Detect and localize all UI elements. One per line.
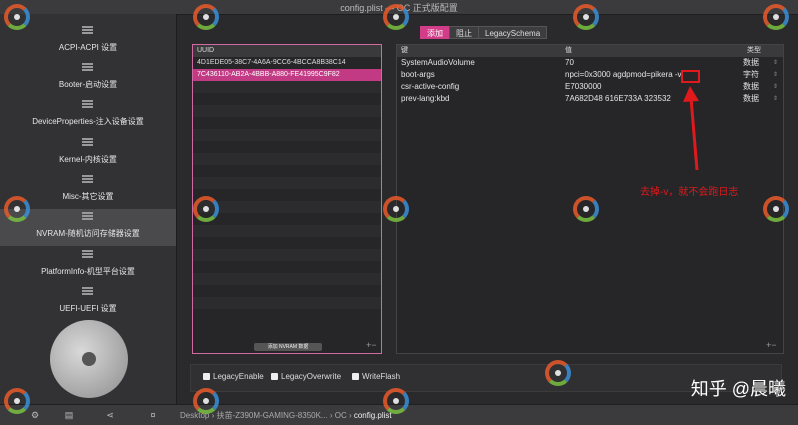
tab-add[interactable]: 添加 — [420, 26, 450, 39]
row-type[interactable]: 数据 — [743, 93, 759, 105]
watermark-logo-icon — [383, 196, 409, 222]
uuid-empty-rows — [193, 81, 381, 321]
watermark-logo-icon — [763, 4, 789, 30]
watermark-logo-icon — [4, 196, 30, 222]
tab-legacyschema[interactable]: LegacySchema — [478, 26, 548, 39]
row-key: prev-lang:kbd — [401, 94, 450, 103]
list-icon — [82, 212, 93, 223]
sidebar-item-label: UEFI-UEFI 设置 — [59, 304, 117, 313]
breadcrumb-segment[interactable]: 扶苗-Z390M-GAMING-8350K... — [216, 411, 327, 420]
tab-bar: 添加 阻止 LegacySchema — [420, 26, 548, 39]
uuid-row-selected[interactable]: 7C436110-AB2A-4BBB-A880-FE41995C9F82 — [193, 69, 381, 81]
row-value[interactable]: npci=0x3000 agdpmod=pikera -v — [565, 69, 682, 81]
watermark-logo-icon — [193, 196, 219, 222]
add-remove-icon[interactable]: +− — [366, 340, 377, 350]
type-stepper-icon[interactable]: ⇕ — [773, 59, 778, 67]
list-icon — [82, 287, 93, 298]
watermark-logo-icon — [573, 196, 599, 222]
row-key: boot-args — [401, 70, 435, 79]
sidebar-item-label: ACPI-ACPI 设置 — [58, 43, 118, 52]
sidebar-item-label: Kernel-内核设置 — [59, 155, 117, 164]
donate-icon[interactable]: ¤ — [148, 410, 158, 420]
breadcrumb-file[interactable]: config.plist — [354, 411, 392, 420]
checkbox-label: LegacyOverwrite — [281, 372, 342, 381]
table-row[interactable]: prev-lang:kbd 7A682D48 616E733A 323532 数… — [397, 93, 783, 105]
sidebar-item-kernel[interactable]: Kernel-内核设置 — [0, 135, 176, 172]
row-key: csr-active-config — [401, 82, 460, 91]
list-icon — [82, 250, 93, 261]
watermark-logo-icon — [193, 388, 219, 414]
watermark-logo-icon — [383, 4, 409, 30]
checkbox-label: WriteFlash — [362, 372, 401, 381]
sidebar-item-label: Booter-启动设置 — [58, 80, 118, 89]
add-remove-icon[interactable]: +− — [766, 340, 777, 350]
checkbox-label: LegacyEnable — [213, 372, 264, 381]
list-icon — [82, 63, 93, 74]
row-type[interactable]: 字符 — [743, 69, 759, 81]
breadcrumb-segment[interactable]: OC — [335, 411, 347, 420]
list-icon — [82, 100, 93, 111]
sidebar-item-label: PlatformInfo-机型平台设置 — [41, 267, 135, 276]
uuid-row[interactable]: 4D1EDE05-38C7-4A6A-9CC6-4BCCA8B38C14 — [193, 57, 381, 69]
legacyenable-checkbox[interactable]: LegacyEnable — [203, 372, 264, 381]
type-stepper-icon[interactable]: ⇕ — [773, 83, 778, 91]
list-icon — [82, 138, 93, 149]
share-icon[interactable]: ⋖ — [105, 410, 115, 420]
uuid-header: UUID — [193, 45, 381, 57]
uuid-panel: UUID 4D1EDE05-38C7-4A6A-9CC6-4BCCA8B38C1… — [192, 44, 382, 354]
watermark: 知乎 @晨曦 — [690, 379, 786, 399]
writeflash-checkbox[interactable]: WriteFlash — [352, 372, 400, 381]
watermark-logo-icon — [193, 4, 219, 30]
row-key: SystemAudioVolume — [401, 58, 475, 67]
column-header-type[interactable]: 类型 — [747, 45, 761, 57]
dial-knob-icon — [82, 352, 96, 366]
settings-icon[interactable]: ⚙ — [30, 410, 40, 420]
column-header-key[interactable]: 键 — [401, 45, 408, 57]
app-dial-logo — [50, 320, 128, 398]
table-row[interactable]: boot-args npci=0x3000 agdpmod=pikera -v … — [397, 69, 783, 81]
import-icon[interactable]: ▤ — [64, 410, 74, 420]
list-icon — [82, 26, 93, 37]
type-stepper-icon[interactable]: ⇕ — [773, 71, 778, 79]
watermark-logo-icon — [545, 360, 571, 386]
sidebar-item-booter[interactable]: Booter-启动设置 — [0, 60, 176, 97]
row-value[interactable]: 7A682D48 616E733A 323532 — [565, 93, 671, 105]
watermark-logo-icon — [4, 388, 30, 414]
kv-header: 键 值 类型 — [397, 45, 783, 57]
watermark-logo-icon — [573, 4, 599, 30]
watermark-logo-icon — [763, 196, 789, 222]
sidebar-item-label: DeviceProperties-注入设备设置 — [32, 117, 144, 126]
sidebar-item-platforminfo[interactable]: PlatformInfo-机型平台设置 — [0, 247, 176, 284]
sidebar-item-deviceproperties[interactable]: DeviceProperties-注入设备设置 — [0, 97, 176, 134]
sidebar-item-acpi[interactable]: ACPI-ACPI 设置 — [0, 23, 176, 60]
sidebar-item-label: NVRAM-随机访问存储器设置 — [36, 229, 140, 238]
add-nvram-data-button[interactable]: 添加 NVRAM 数据 — [254, 343, 322, 351]
table-row[interactable]: csr-active-config E7030000 数据 ⇕ — [397, 81, 783, 93]
sidebar-item-uefi[interactable]: UEFI-UEFI 设置 — [0, 284, 176, 321]
tab-block[interactable]: 阻止 — [449, 26, 479, 39]
row-type[interactable]: 数据 — [743, 81, 759, 93]
watermark-logo-icon — [4, 4, 30, 30]
highlight-box — [681, 70, 700, 83]
type-stepper-icon[interactable]: ⇕ — [773, 95, 778, 103]
table-row[interactable]: SystemAudioVolume 70 数据 ⇕ — [397, 57, 783, 69]
legacyoverwrite-checkbox[interactable]: LegacyOverwrite — [271, 372, 341, 381]
row-value[interactable]: 70 — [565, 57, 574, 69]
row-value[interactable]: E7030000 — [565, 81, 601, 93]
column-header-value[interactable]: 值 — [565, 45, 572, 57]
row-type[interactable]: 数据 — [743, 57, 759, 69]
watermark-logo-icon — [383, 388, 409, 414]
annotation-text: 去掉-v，就不会跑日志 — [640, 187, 739, 198]
list-icon — [82, 175, 93, 186]
